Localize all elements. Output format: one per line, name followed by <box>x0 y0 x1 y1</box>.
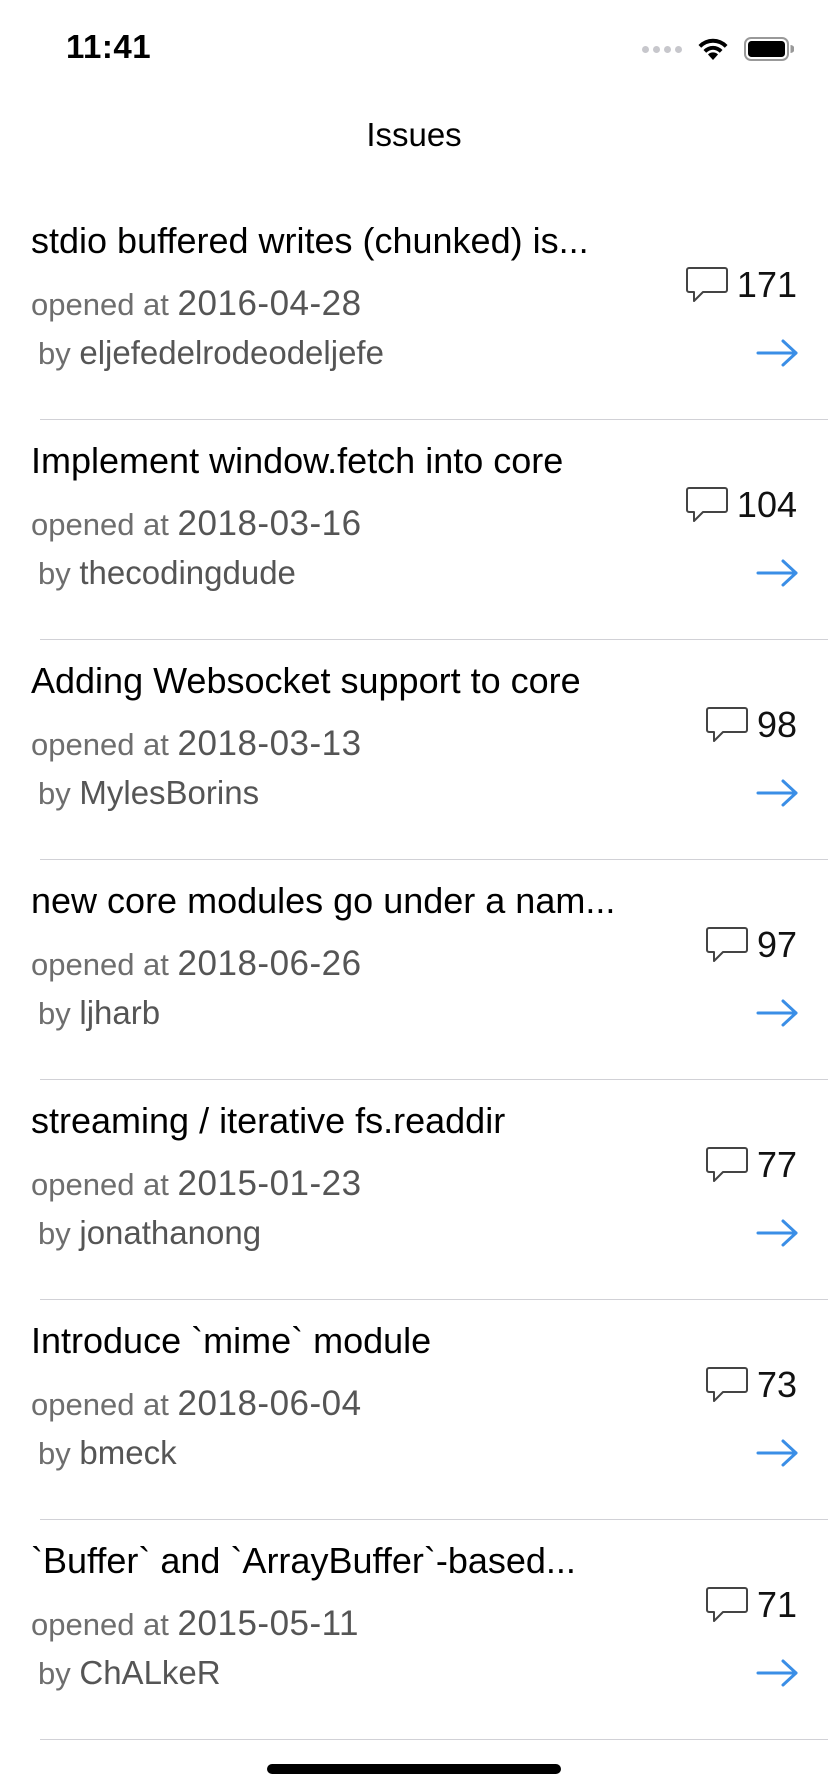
opened-at-label: opened at <box>31 1167 169 1202</box>
issue-title: stdio buffered writes (chunked) is... <box>31 220 589 261</box>
issue-title: `Buffer` and `ArrayBuffer`-based... <box>31 1540 576 1581</box>
comment-count: 171 <box>685 264 797 306</box>
cellular-signal-icon <box>642 45 682 53</box>
status-bar: 11:41 <box>0 0 828 100</box>
home-indicator[interactable] <box>267 1764 561 1774</box>
issue-row[interactable]: Introduce `mime` module opened at 2018-0… <box>0 1300 828 1520</box>
speech-bubble-icon <box>705 1147 748 1182</box>
issue-row[interactable]: Implement window.fetch into core opened … <box>0 420 828 640</box>
issue-row[interactable]: Adding Websocket support to core opened … <box>0 640 828 860</box>
opened-at-label: opened at <box>31 1387 169 1422</box>
speech-bubble-icon <box>705 707 748 742</box>
issue-opened-date: opened at 2018-06-26 <box>31 944 362 984</box>
by-label: by <box>38 996 71 1031</box>
comment-count-value: 77 <box>756 1144 797 1185</box>
issue-date: 2018-03-13 <box>177 724 362 763</box>
author-name: ChALkeR <box>79 1654 221 1691</box>
issue-list: stdio buffered writes (chunked) is... op… <box>0 200 828 1740</box>
comment-count-value: 104 <box>736 484 797 525</box>
issue-row[interactable]: new core modules go under a nam... opene… <box>0 860 828 1080</box>
comment-count-value: 71 <box>756 1584 797 1625</box>
by-label: by <box>38 1216 71 1251</box>
speech-bubble-icon <box>705 1367 748 1402</box>
comment-count: 73 <box>705 1364 797 1406</box>
by-label: by <box>38 776 71 811</box>
battery-icon <box>744 37 794 61</box>
issue-title: Implement window.fetch into core <box>31 440 564 481</box>
page-title: Issues <box>366 116 462 153</box>
status-icons <box>642 32 794 66</box>
author-name: thecodingdude <box>79 554 296 591</box>
issue-title: Introduce `mime` module <box>31 1320 432 1361</box>
speech-bubble-icon <box>705 1587 748 1622</box>
issue-title: streaming / iterative fs.readdir <box>31 1100 506 1141</box>
comment-count: 77 <box>705 1144 797 1186</box>
issue-date: 2018-03-16 <box>177 504 362 543</box>
comment-count: 104 <box>685 484 797 526</box>
issue-date: 2018-06-26 <box>177 944 362 983</box>
comment-count: 71 <box>705 1584 797 1626</box>
arrow-right-icon[interactable] <box>756 1438 800 1468</box>
by-label: by <box>38 336 71 371</box>
status-time: 11:41 <box>66 28 152 65</box>
issue-row[interactable]: streaming / iterative fs.readdir opened … <box>0 1080 828 1300</box>
issue-date: 2018-06-04 <box>177 1384 362 1423</box>
issue-author: by ljharb <box>38 994 160 1032</box>
opened-at-label: opened at <box>31 727 169 762</box>
issue-date: 2015-01-23 <box>177 1164 362 1203</box>
author-name: bmeck <box>79 1434 177 1471</box>
author-name: eljefedelrodeodeljefe <box>79 334 384 371</box>
wifi-icon <box>698 38 728 60</box>
issue-title: Adding Websocket support to core <box>31 660 581 701</box>
issue-row[interactable]: stdio buffered writes (chunked) is... op… <box>0 200 828 420</box>
author-name: MylesBorins <box>79 774 260 811</box>
issue-date: 2016-04-28 <box>177 284 362 323</box>
issue-author: by bmeck <box>38 1434 177 1472</box>
by-label: by <box>38 556 71 591</box>
issue-opened-date: opened at 2018-03-16 <box>31 504 362 544</box>
comment-count-value: 98 <box>756 704 797 745</box>
opened-at-label: opened at <box>31 287 169 322</box>
speech-bubble-icon <box>685 487 728 522</box>
issue-author: by eljefedelrodeodeljefe <box>38 334 384 372</box>
speech-bubble-icon <box>685 267 728 302</box>
author-name: jonathanong <box>79 1214 262 1251</box>
issue-author: by ChALkeR <box>38 1654 221 1692</box>
issue-row[interactable]: `Buffer` and `ArrayBuffer`-based... open… <box>0 1520 828 1740</box>
speech-bubble-icon <box>705 927 748 962</box>
author-name: ljharb <box>79 994 161 1031</box>
arrow-right-icon[interactable] <box>756 1218 800 1248</box>
comment-count: 97 <box>705 924 797 966</box>
issue-opened-date: opened at 2016-04-28 <box>31 284 362 324</box>
comment-count-value: 73 <box>756 1364 797 1405</box>
issue-author: by thecodingdude <box>38 554 296 592</box>
arrow-right-icon[interactable] <box>756 558 800 588</box>
arrow-right-icon[interactable] <box>756 1658 800 1688</box>
issue-date: 2015-05-11 <box>177 1604 359 1643</box>
comment-count-value: 171 <box>736 264 797 305</box>
arrow-right-icon[interactable] <box>756 338 800 368</box>
comment-count-value: 97 <box>756 924 797 965</box>
issue-opened-date: opened at 2018-03-13 <box>31 724 362 764</box>
opened-at-label: opened at <box>31 507 169 542</box>
opened-at-label: opened at <box>31 947 169 982</box>
arrow-right-icon[interactable] <box>756 998 800 1028</box>
by-label: by <box>38 1656 71 1691</box>
issue-opened-date: opened at 2018-06-04 <box>31 1384 362 1424</box>
arrow-right-icon[interactable] <box>756 778 800 808</box>
issue-title: new core modules go under a nam... <box>31 880 616 921</box>
issue-author: by MylesBorins <box>38 774 259 812</box>
issue-author: by jonathanong <box>38 1214 261 1252</box>
issue-opened-date: opened at 2015-01-23 <box>31 1164 362 1204</box>
comment-count: 98 <box>705 704 797 746</box>
by-label: by <box>38 1436 71 1471</box>
row-separator <box>40 1739 828 1740</box>
issue-opened-date: opened at 2015-05-11 <box>31 1604 359 1644</box>
opened-at-label: opened at <box>31 1607 169 1642</box>
